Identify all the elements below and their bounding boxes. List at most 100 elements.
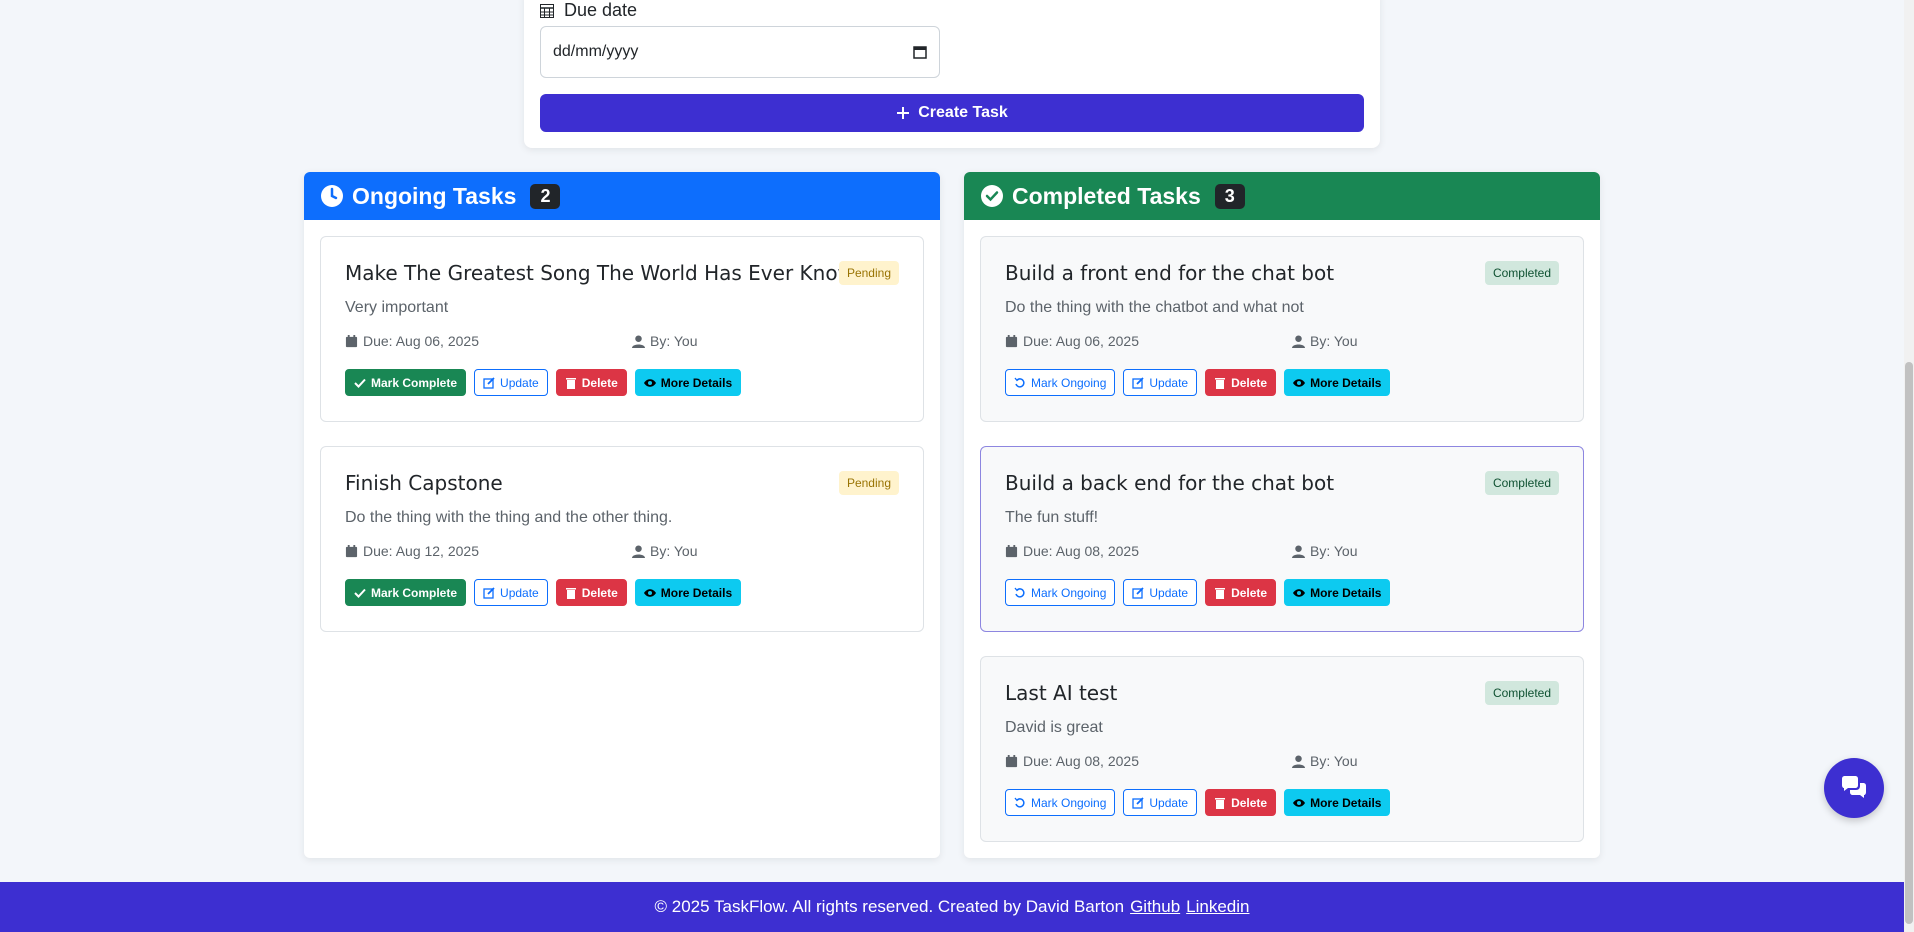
task-actions: Mark Ongoing Update Delete More Details — [1005, 369, 1391, 396]
chat-bubbles-icon — [1842, 776, 1866, 798]
status-badge: Completed — [1484, 261, 1559, 285]
update-button[interactable]: Update — [474, 579, 548, 606]
update-button[interactable]: Update — [1123, 789, 1198, 816]
undo-icon — [1014, 377, 1025, 388]
task-title: Finish Capstone — [345, 471, 503, 495]
mark-ongoing-label: Mark Ongoing — [1031, 585, 1107, 600]
owner-text: By: You — [1310, 333, 1358, 349]
calendar-icon — [1005, 334, 1018, 347]
delete-button[interactable]: Delete — [1205, 579, 1277, 606]
more-details-button[interactable]: More Details — [1284, 369, 1391, 396]
calendar-icon — [1005, 544, 1018, 557]
user-icon — [632, 544, 645, 558]
task-owner: By: You — [1292, 333, 1358, 349]
owner-text: By: You — [1310, 543, 1358, 559]
delete-button[interactable]: Delete — [555, 369, 627, 396]
more-details-button[interactable]: More Details — [634, 579, 742, 606]
more-details-label: More Details — [660, 375, 733, 390]
mark-complete-button[interactable]: Mark Complete — [345, 579, 467, 606]
task-description: David is great — [1005, 719, 1103, 736]
owner-text: By: You — [650, 333, 698, 349]
delete-label: Delete — [1231, 585, 1268, 600]
eye-icon — [1293, 798, 1306, 807]
due-date-label: Due date — [540, 0, 637, 21]
task-title: Build a front end for the chat bot — [1005, 261, 1335, 285]
task-actions: Mark Ongoing Update Delete More Details — [1005, 789, 1391, 816]
check-circle-icon — [981, 185, 1003, 207]
eye-icon — [643, 378, 656, 387]
task-title: Build a back end for the chat bot — [1005, 471, 1335, 495]
more-details-label: More Details — [1310, 585, 1382, 600]
ongoing-tasks-header: Ongoing Tasks 2 — [304, 172, 940, 220]
user-icon — [632, 334, 645, 348]
delete-label: Delete — [1231, 795, 1268, 810]
linkedin-link[interactable]: Linkedin — [1186, 897, 1249, 917]
clock-icon — [321, 185, 343, 207]
delete-label: Delete — [581, 585, 618, 600]
footer-text: © 2025 TaskFlow. All rights reserved. Cr… — [654, 897, 1125, 916]
more-details-button[interactable]: More Details — [1284, 789, 1391, 816]
due-date-placeholder: dd/mm/yyyy — [553, 43, 639, 60]
plus-icon — [897, 107, 910, 119]
task-due-date: Due: Aug 08, 2025 — [1005, 543, 1139, 559]
task-actions: Mark Ongoing Update Delete More Details — [1005, 579, 1391, 606]
mark-complete-label: Mark Complete — [371, 375, 458, 390]
scrollbar-thumb[interactable] — [1905, 362, 1913, 924]
mark-ongoing-button[interactable]: Mark Ongoing — [1005, 579, 1116, 606]
more-details-button[interactable]: More Details — [1284, 579, 1391, 606]
update-button[interactable]: Update — [1123, 579, 1198, 606]
github-link[interactable]: Github — [1130, 897, 1180, 917]
task-actions: Mark Complete Update Delete More Details — [345, 369, 742, 396]
trash-icon — [565, 587, 576, 599]
trash-icon — [1215, 377, 1226, 389]
user-icon — [1292, 754, 1305, 768]
completed-tasks-header: Completed Tasks 3 — [964, 172, 1600, 220]
update-button[interactable]: Update — [474, 369, 548, 396]
page-scrollbar[interactable] — [1904, 0, 1914, 932]
task-owner: By: You — [1292, 753, 1358, 769]
delete-button[interactable]: Delete — [1205, 369, 1277, 396]
trash-icon — [565, 377, 576, 389]
update-button[interactable]: Update — [1123, 369, 1198, 396]
completed-count-badge: 3 — [1214, 183, 1245, 209]
ongoing-tasks-column: Ongoing Tasks 2 Make The Greatest Song T… — [304, 172, 940, 858]
delete-button[interactable]: Delete — [1205, 789, 1277, 816]
footer: © 2025 TaskFlow. All rights reserved. Cr… — [0, 882, 1904, 932]
eye-icon — [1293, 378, 1306, 387]
task-card: Build a back end for the chat bot Comple… — [980, 446, 1584, 632]
task-actions: Mark Complete Update Delete More Details — [345, 579, 742, 606]
edit-icon — [1132, 586, 1145, 599]
edit-icon — [1132, 376, 1145, 389]
mark-complete-button[interactable]: Mark Complete — [345, 369, 467, 396]
due-date-input[interactable]: dd/mm/yyyy — [540, 26, 940, 78]
mark-ongoing-button[interactable]: Mark Ongoing — [1005, 369, 1116, 396]
calendar-grid-icon — [540, 3, 554, 18]
task-description: Do the thing with the chatbot and what n… — [1005, 299, 1304, 316]
mark-ongoing-button[interactable]: Mark Ongoing — [1005, 789, 1116, 816]
status-badge: Completed — [1484, 681, 1559, 705]
chat-button[interactable] — [1824, 758, 1884, 818]
delete-button[interactable]: Delete — [555, 579, 627, 606]
calendar-icon — [345, 334, 358, 347]
check-icon — [354, 378, 366, 388]
status-badge: Completed — [1484, 471, 1559, 495]
trash-icon — [1215, 797, 1226, 809]
task-due-date: Due: Aug 06, 2025 — [345, 333, 479, 349]
more-details-label: More Details — [1310, 375, 1382, 390]
more-details-button[interactable]: More Details — [634, 369, 742, 396]
task-due-date: Due: Aug 06, 2025 — [1005, 333, 1139, 349]
create-task-label: Create Task — [918, 104, 1008, 121]
task-due-date: Due: Aug 08, 2025 — [1005, 753, 1139, 769]
calendar-icon[interactable] — [913, 45, 927, 59]
task-form-card: Due date dd/mm/yyyy Create Task — [524, 0, 1380, 148]
update-label: Update — [1149, 795, 1189, 810]
eye-icon — [643, 588, 656, 597]
calendar-icon — [345, 544, 358, 557]
due-text: Due: Aug 06, 2025 — [1023, 333, 1139, 349]
task-description: Very important — [345, 299, 449, 316]
trash-icon — [1215, 587, 1226, 599]
create-task-button[interactable]: Create Task — [540, 94, 1364, 132]
status-badge: Pending — [838, 471, 899, 495]
undo-icon — [1014, 797, 1025, 808]
task-due-date: Due: Aug 12, 2025 — [345, 543, 479, 559]
